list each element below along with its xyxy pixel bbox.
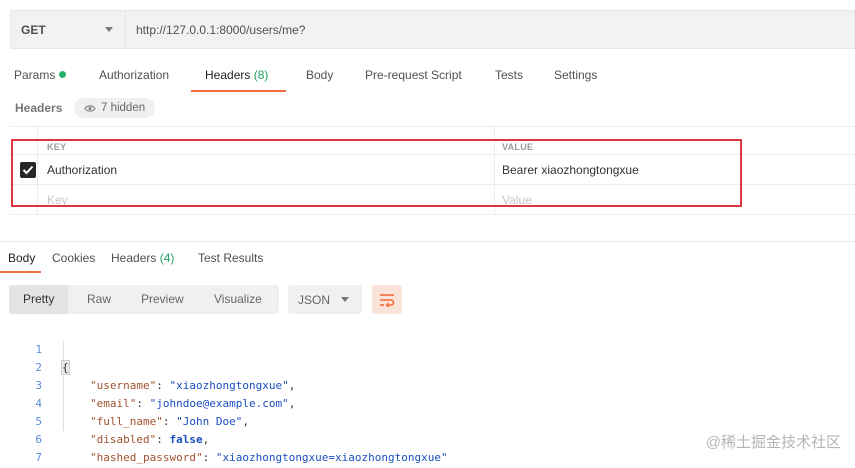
view-preview-button[interactable]: Preview [141,285,184,314]
tab-label: Pre-request Script [365,68,462,82]
tab-authorization[interactable]: Authorization [99,64,169,92]
eye-icon [84,104,96,112]
tab-label: Test Results [198,251,264,265]
new-key-input[interactable]: Key [47,185,68,214]
headers-table: KEY VALUE Authorization Bearer xiaozhong… [10,126,855,215]
json-value: "xiaozhongtongxue=xiaozhongtongxue" [215,451,448,464]
tab-headers[interactable]: Headers (8) [190,64,287,92]
format-label: JSON [298,292,331,307]
table-header-row: KEY VALUE [10,126,855,155]
wrap-lines-icon [380,293,395,307]
active-dot-icon [59,71,67,78]
column-divider [494,185,495,214]
tab-cookies[interactable]: Cookies [52,248,95,273]
view-mode-group: Pretty Raw Preview Visualize [9,285,279,314]
view-visualize-button[interactable]: Visualize [214,285,262,314]
tab-label: Cookies [52,251,96,265]
tab-tests[interactable]: Tests [495,64,523,92]
tab-body[interactable]: Body [306,64,333,92]
header-value-cell[interactable]: Bearer xiaozhongtongxue [502,155,639,184]
column-header-value: VALUE [502,142,534,152]
column-divider [37,185,38,214]
url-input[interactable]: http://127.0.0.1:8000/users/me? [126,11,854,48]
tab-test-results[interactable]: Test Results [198,248,263,273]
chevron-down-icon [105,27,113,32]
tab-count: (4) [159,251,175,265]
headers-section-title: Headers [15,101,63,115]
tab-response-body[interactable]: Body [0,248,42,273]
request-tabs: Params Authorization Headers (8) Body Pr… [0,64,855,92]
tab-label: Body [306,68,334,82]
view-pretty-button[interactable]: Pretty [9,285,69,314]
tab-label: Tests [495,68,524,82]
tab-count: (8) [253,68,269,82]
code-line: 4 "full_name": "John Doe", [0,377,855,428]
column-divider [494,155,495,184]
column-divider [37,127,38,154]
watermark: @稀土掘金技术社区 [705,434,841,451]
format-select[interactable]: JSON [288,285,362,314]
code-line: 6 "hashed_password": "xiaozhongtongxue=x… [0,413,855,464]
column-divider [37,155,38,184]
tab-label: Settings [554,68,598,82]
response-tabs: Body Cookies Headers (4) Test Results [0,248,855,273]
tab-params[interactable]: Params [14,64,67,92]
table-row-new: Key Value [10,185,855,215]
line-number: 7 [35,451,42,464]
tab-response-headers[interactable]: Headers (4) [111,248,174,273]
table-row: Authorization Bearer xiaozhongtongxue [10,155,855,185]
code-line: 5 "disabled": false, [0,395,855,446]
column-header-key: KEY [47,142,67,152]
header-key-cell[interactable]: Authorization [47,155,117,184]
hidden-count-label: 7 hidden [101,102,146,114]
tab-label: Headers [205,68,251,82]
section-divider [0,241,855,242]
new-value-input[interactable]: Value [502,185,532,214]
hidden-headers-toggle[interactable]: 7 hidden [74,98,156,118]
header-enabled-checkbox[interactable] [20,162,36,178]
url-text: http://127.0.0.1:8000/users/me? [136,22,306,37]
method-select[interactable]: GET [11,11,126,48]
view-raw-button[interactable]: Raw [87,285,111,314]
check-icon [22,165,34,175]
tab-label: Params [14,68,56,82]
method-label: GET [21,22,46,37]
tab-label: Authorization [99,68,170,82]
tab-pre-request-script[interactable]: Pre-request Script [365,64,462,92]
tab-label: Headers [111,251,157,265]
request-url-bar: GET http://127.0.0.1:8000/users/me? [10,10,855,49]
wrap-lines-button[interactable] [372,285,402,314]
json-key: "hashed_password" [90,451,203,464]
tab-label: Body [8,251,36,265]
code-line: 2 "username": "xiaozhongtongxue", [0,341,855,392]
chevron-down-icon [341,297,349,302]
column-divider [494,127,495,154]
code-line: 1 { [0,323,855,375]
code-line: 3 "email": "johndoe@example.com", [0,359,855,410]
tab-settings[interactable]: Settings [554,64,597,92]
